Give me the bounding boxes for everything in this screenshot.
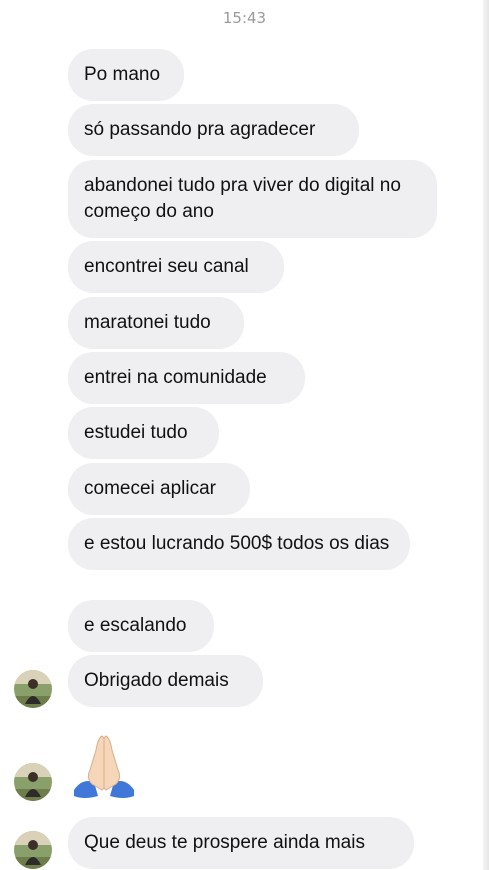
message-text: encontrei seu canal: [84, 256, 249, 277]
message-bubble[interactable]: Que deus te prospere ainda mais: [68, 817, 414, 869]
avatar[interactable]: [14, 670, 52, 708]
message-bubble[interactable]: Po mano: [68, 49, 184, 101]
message-bubble[interactable]: só passando pra agradecer: [68, 104, 359, 156]
avatar[interactable]: [14, 831, 52, 869]
message-text: Que deus te prospere ainda mais: [84, 832, 365, 853]
message-text: maratonei tudo: [84, 312, 211, 333]
message-bubble[interactable]: maratonei tudo: [68, 297, 244, 349]
message-bubble[interactable]: estudei tudo: [68, 407, 219, 459]
message-text: Obrigado demais: [84, 670, 229, 691]
message-bubble[interactable]: encontrei seu canal: [68, 241, 284, 293]
message-text: abandonei tudo pra viver do digital no c…: [84, 175, 401, 222]
message-bubble[interactable]: e escalando: [68, 600, 214, 652]
avatar[interactable]: [14, 763, 52, 801]
message-text: e escalando: [84, 615, 187, 636]
message-bubble[interactable]: e estou lucrando 500$ todos os dias: [68, 518, 410, 570]
message-bubble[interactable]: abandonei tudo pra viver do digital no c…: [68, 160, 437, 238]
message-text: entrei na comunidade: [84, 367, 267, 388]
message-text: e estou lucrando 500$ todos os dias: [84, 533, 390, 554]
message-bubble[interactable]: Obrigado demais: [68, 655, 263, 707]
message-bubble[interactable]: entrei na comunidade: [68, 352, 305, 404]
scrollbar-edge: [483, 0, 489, 870]
timestamp: 15:43: [222, 9, 267, 27]
message-bubble[interactable]: comecei aplicar: [68, 463, 250, 515]
message-text: estudei tudo: [84, 422, 188, 443]
folded-hands-icon[interactable]: [68, 730, 140, 802]
message-text: Po mano: [84, 64, 161, 85]
message-text: só passando pra agradecer: [84, 119, 316, 140]
message-text: comecei aplicar: [84, 478, 216, 499]
